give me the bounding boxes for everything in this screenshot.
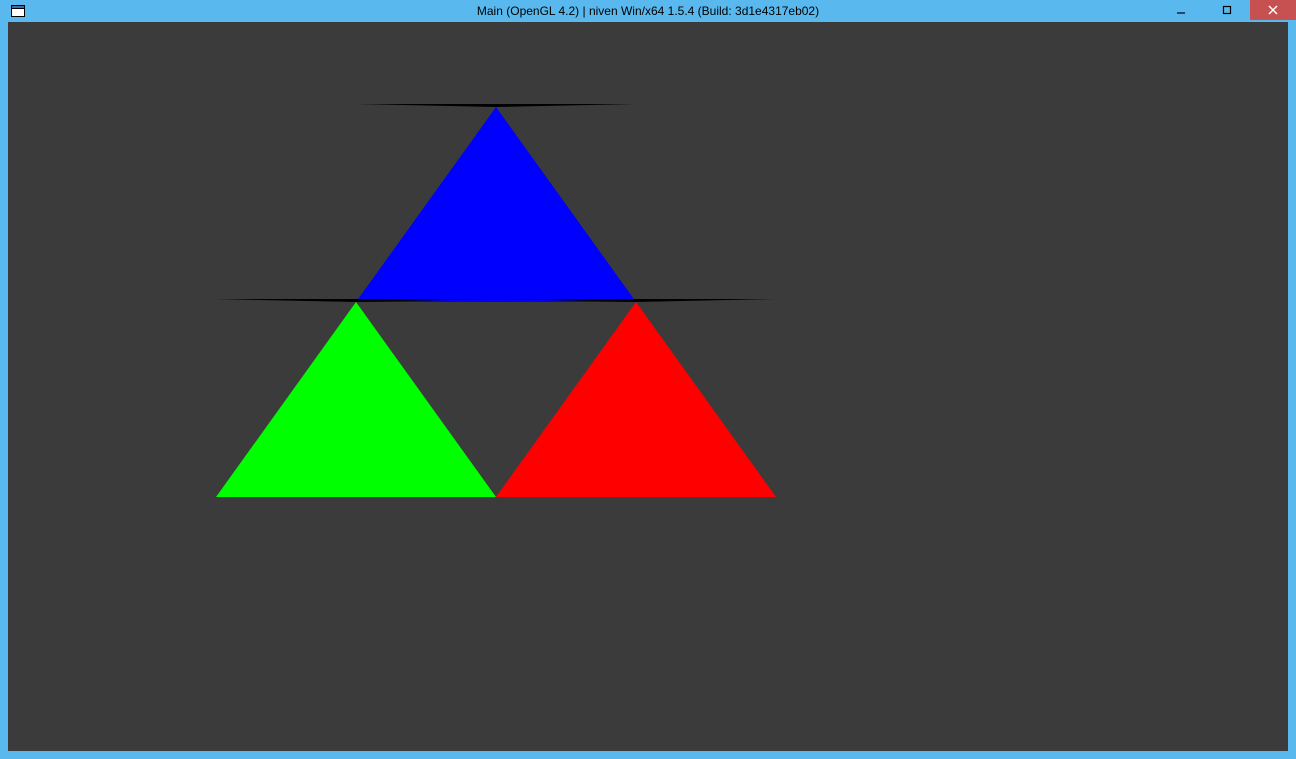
application-window: Main (OpenGL 4.2) | niven Win/x64 1.5.4 …: [0, 0, 1296, 759]
triangle-top: [356, 104, 636, 302]
app-icon: [10, 3, 26, 19]
maximize-button[interactable]: [1204, 0, 1250, 20]
close-button[interactable]: [1250, 0, 1296, 20]
client-area: [8, 22, 1288, 751]
maximize-icon: [1222, 5, 1232, 15]
minimize-icon: [1176, 5, 1186, 15]
triangle-left: [216, 299, 496, 497]
opengl-viewport: [8, 22, 1288, 751]
triangle-right: [496, 299, 776, 497]
close-icon: [1268, 5, 1278, 15]
minimize-button[interactable]: [1158, 0, 1204, 20]
titlebar[interactable]: Main (OpenGL 4.2) | niven Win/x64 1.5.4 …: [0, 0, 1296, 22]
window-title: Main (OpenGL 4.2) | niven Win/x64 1.5.4 …: [0, 0, 1296, 22]
window-controls: [1158, 0, 1296, 20]
